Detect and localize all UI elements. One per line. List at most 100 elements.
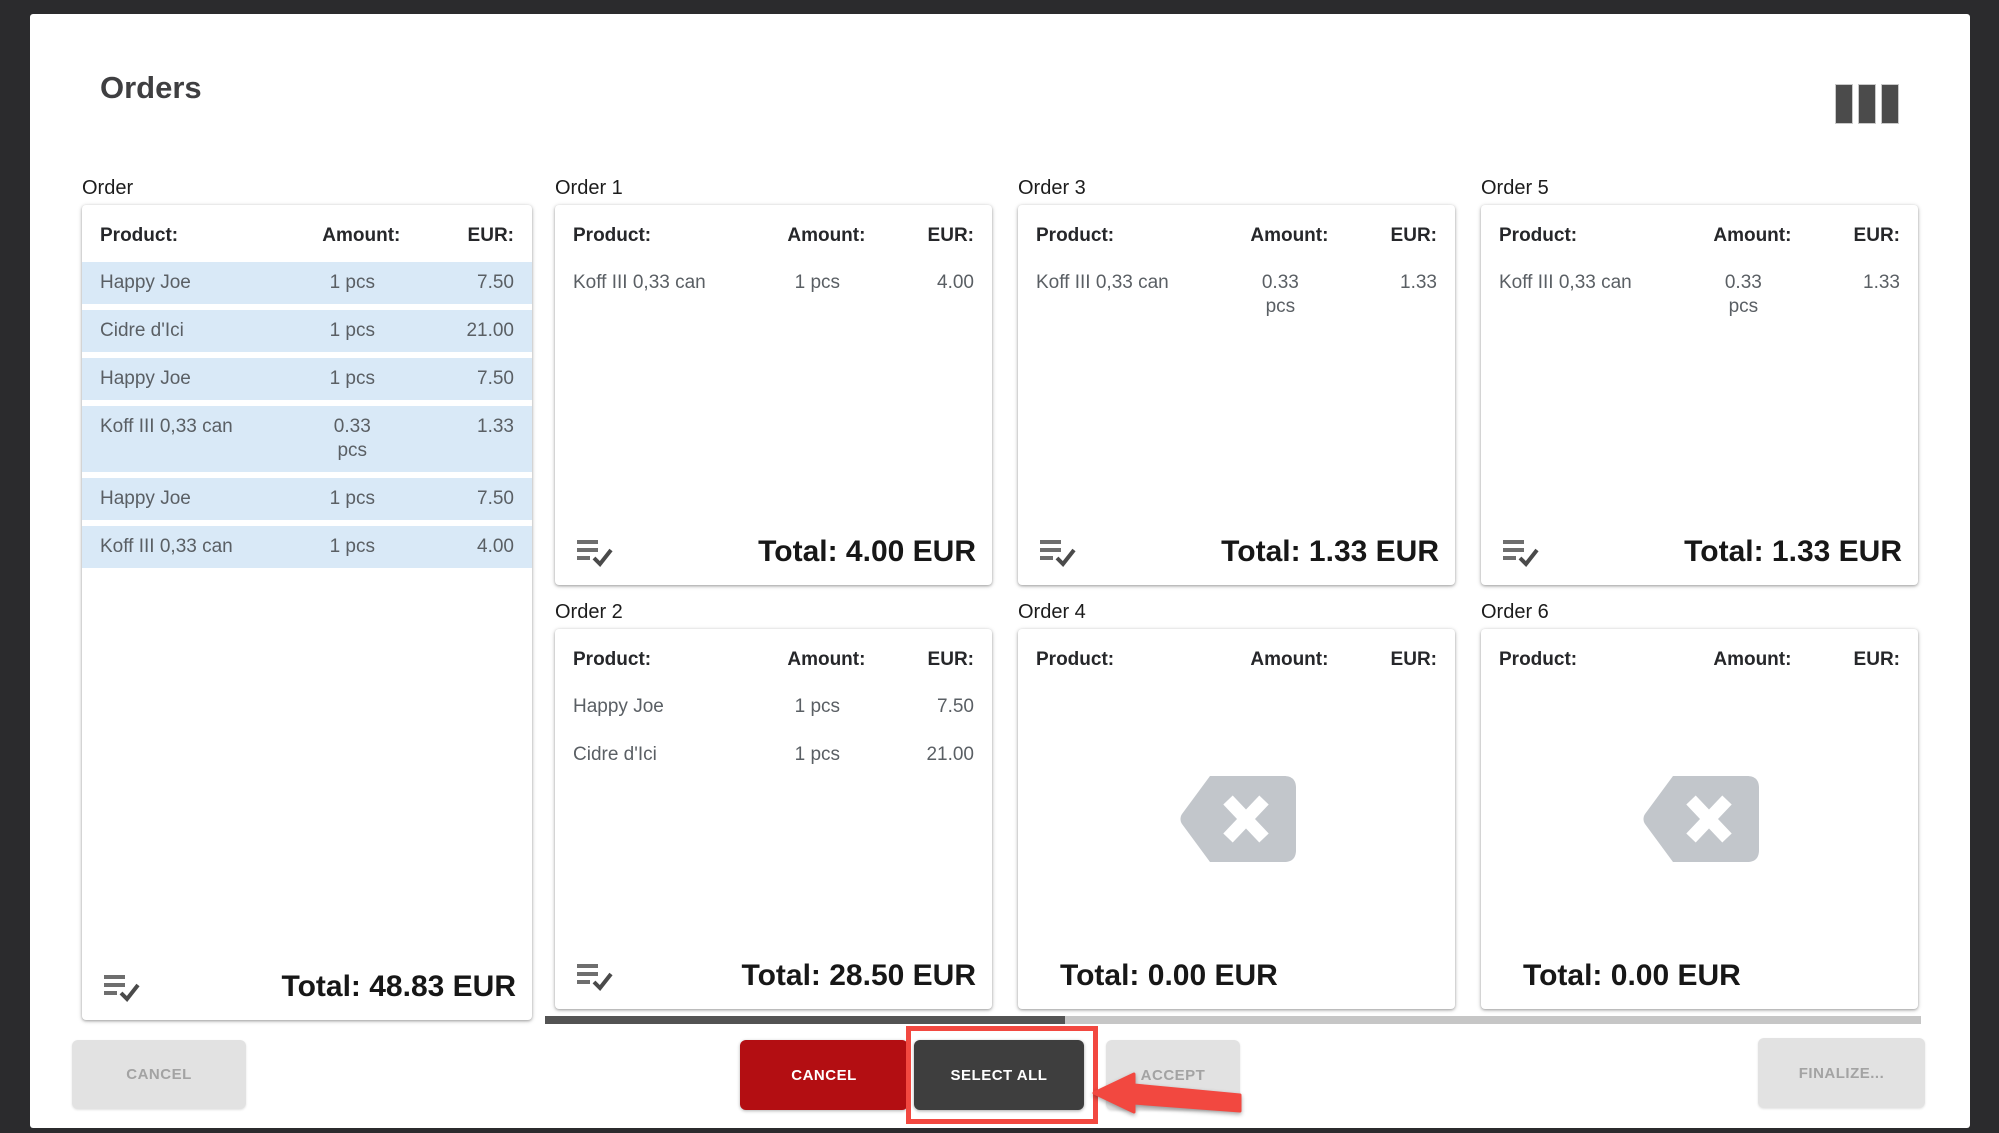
order-item-row: Koff III 0,33 can 0.33 pcs 1.33: [1481, 262, 1918, 328]
item-eur: 7.50: [937, 696, 974, 717]
finalize-button[interactable]: FINALIZE...: [1758, 1038, 1925, 1108]
playlist-check-icon: [104, 974, 140, 1002]
order-table-header: Product: Amount: EUR:: [1481, 205, 1918, 247]
order-table-header: Product: Amount: EUR:: [1481, 629, 1918, 671]
select-all-button[interactable]: SELECT ALL: [914, 1040, 1084, 1110]
order-card-title: Order 3: [1018, 177, 1086, 199]
item-product: Cidre d'Ici: [100, 320, 184, 341]
order-table-header: Product: Amount: EUR:: [1018, 629, 1455, 671]
item-amount: 1 pcs: [794, 272, 841, 293]
playlist-check-icon: [577, 963, 613, 991]
eur-column-header: EUR:: [927, 225, 974, 246]
order-item-row: Koff III 0,33 can 0.33 pcs 1.33: [82, 406, 532, 472]
cancel-button-left[interactable]: CANCEL: [72, 1040, 246, 1109]
amount-column-header: Amount:: [1713, 649, 1792, 670]
item-eur: 21.00: [926, 744, 974, 765]
item-eur: 4.00: [937, 272, 974, 293]
order-card-footer: Total: 1.33 EUR: [1018, 527, 1455, 585]
product-column-header: Product:: [1499, 225, 1578, 246]
order-card-footer: Total: 1.33 EUR: [1481, 527, 1918, 585]
order-cell: Order 4 Product: Amount: EUR: Total: 0.0…: [1018, 598, 1455, 1009]
order-card[interactable]: Product: Amount: EUR: Total: 0.00 EUR: [1481, 629, 1918, 1009]
order-cell: Order 2 Product: Amount: EUR: Happy Joe …: [555, 598, 992, 1009]
order-total: Total: 48.83 EUR: [281, 970, 516, 1003]
product-column-header: Product:: [1036, 225, 1115, 246]
order-cell: Order 5 Product: Amount: EUR: Koff III 0…: [1481, 174, 1918, 585]
item-product: Happy Joe: [573, 696, 664, 717]
item-eur: 21.00: [466, 320, 514, 341]
order-card[interactable]: Product: Amount: EUR: Koff III 0,33 can …: [1481, 205, 1918, 585]
product-column-header: Product:: [1499, 649, 1578, 670]
item-product: Happy Joe: [100, 488, 191, 509]
order-cell: Order Product: Amount: EUR: Happy Joe 1 …: [82, 174, 532, 1020]
order-table-header: Product: Amount: EUR:: [555, 205, 992, 247]
amount-column-header: Amount:: [1250, 649, 1329, 670]
amount-column-header: Amount:: [787, 225, 866, 246]
cancel-button[interactable]: CANCEL: [740, 1040, 908, 1110]
item-product: Happy Joe: [100, 368, 191, 389]
order-item-row: Koff III 0,33 can 1 pcs 4.00: [555, 262, 992, 304]
product-column-header: Product:: [573, 649, 652, 670]
order-item-row: Happy Joe 1 pcs 7.50: [555, 686, 992, 728]
order-item-row: Koff III 0,33 can 1 pcs 4.00: [82, 526, 532, 568]
item-eur: 7.50: [477, 368, 514, 389]
order-card[interactable]: Product: Amount: EUR: Koff III 0,33 can …: [1018, 205, 1455, 585]
order-item-row: Happy Joe 1 pcs 7.50: [82, 478, 532, 520]
eur-column-header: EUR:: [927, 649, 974, 670]
item-product: Happy Joe: [100, 272, 191, 293]
order-cell: Order 3 Product: Amount: EUR: Koff III 0…: [1018, 174, 1455, 585]
order-card[interactable]: Product: Amount: EUR: Total: 0.00 EUR: [1018, 629, 1455, 1009]
orders-grid: Order 1 Product: Amount: EUR: Koff III 0…: [555, 174, 1918, 1009]
order-card-title: Order 4: [1018, 601, 1086, 623]
order-item-row: Happy Joe 1 pcs 7.50: [82, 358, 532, 400]
order-total: Total: 0.00 EUR: [1523, 959, 1741, 992]
playlist-check-icon: [1503, 539, 1539, 567]
accept-button[interactable]: ACCEPT: [1106, 1040, 1240, 1110]
item-eur: 7.50: [477, 272, 514, 293]
order-item-row: Cidre d'Ici 1 pcs 21.00: [82, 310, 532, 352]
amount-column-header: Amount:: [322, 225, 401, 246]
item-amount: 0.33 pcs: [1724, 272, 1762, 317]
order-card-title: Order 1: [555, 177, 623, 199]
item-amount: 1 pcs: [794, 744, 841, 765]
order-card-footer: Total: 28.50 EUR: [555, 951, 992, 1009]
item-product: Cidre d'Ici: [573, 744, 657, 765]
order-item-row: Cidre d'Ici 1 pcs 21.00: [555, 734, 992, 776]
item-eur: 1.33: [1400, 272, 1437, 293]
order-total: Total: 1.33 EUR: [1684, 535, 1902, 568]
order-item-row: Koff III 0,33 can 0.33 pcs 1.33: [1018, 262, 1455, 328]
product-column-header: Product:: [100, 225, 179, 246]
order-total: Total: 1.33 EUR: [1221, 535, 1439, 568]
order-card[interactable]: Product: Amount: EUR: Happy Joe 1 pcs 7.…: [555, 629, 992, 1009]
item-amount: 0.33 pcs: [333, 416, 371, 461]
eur-column-header: EUR:: [1390, 649, 1437, 670]
empty-order-clear-icon: [1180, 775, 1296, 862]
item-eur: 7.50: [477, 488, 514, 509]
amount-column-header: Amount:: [1250, 225, 1329, 246]
item-product: Koff III 0,33 can: [100, 536, 233, 557]
current-order-panel: Order Product: Amount: EUR: Happy Joe 1 …: [82, 174, 532, 1020]
order-table-header: Product: Amount: EUR:: [82, 205, 532, 247]
eur-column-header: EUR:: [1390, 225, 1437, 246]
item-amount: 0.33 pcs: [1261, 272, 1299, 317]
order-cell: Order 1 Product: Amount: EUR: Koff III 0…: [555, 174, 992, 585]
playlist-check-icon: [577, 539, 613, 567]
columns-view-icon[interactable]: [1835, 84, 1899, 124]
order-card-footer: Total: 0.00 EUR: [1018, 951, 1455, 1009]
order-card-title: Order 2: [555, 601, 623, 623]
product-column-header: Product:: [1036, 649, 1115, 670]
empty-order-clear-icon: [1643, 775, 1759, 862]
item-eur: 1.33: [1863, 272, 1900, 293]
horizontal-scrollbar-thumb[interactable]: [545, 1016, 1065, 1024]
order-card-title: Order: [82, 177, 134, 199]
order-cell: Order 6 Product: Amount: EUR: Total: 0.0…: [1481, 598, 1918, 1009]
item-product: Koff III 0,33 can: [1499, 272, 1632, 293]
item-amount: 1 pcs: [329, 320, 375, 341]
order-item-row: Happy Joe 1 pcs 7.50: [82, 262, 532, 304]
order-card[interactable]: Product: Amount: EUR: Happy Joe 1 pcs 7.…: [82, 205, 532, 1020]
horizontal-scrollbar[interactable]: [545, 1016, 1921, 1024]
order-card[interactable]: Product: Amount: EUR: Koff III 0,33 can …: [555, 205, 992, 585]
order-table-header: Product: Amount: EUR:: [555, 629, 992, 671]
order-card-title: Order 6: [1481, 601, 1549, 623]
item-amount: 1 pcs: [329, 488, 375, 509]
